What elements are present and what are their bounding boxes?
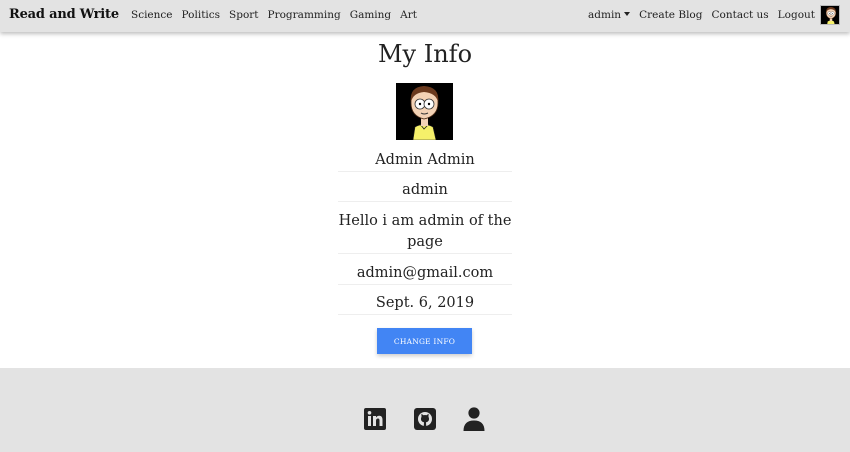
user-menu-label: admin	[588, 9, 622, 21]
category-nav: Science Politics Sport Programming Gamin…	[131, 9, 417, 21]
nav-science[interactable]: Science	[131, 9, 173, 21]
change-info-button[interactable]: CHANGE INFO	[377, 328, 472, 354]
nav-programming[interactable]: Programming	[268, 9, 341, 21]
username: admin	[338, 180, 512, 202]
github-icon[interactable]	[413, 406, 437, 432]
nav-politics[interactable]: Politics	[182, 9, 221, 21]
brand-logo[interactable]: Read and Write	[9, 7, 119, 22]
morty-avatar-icon	[396, 83, 453, 140]
caret-down-icon	[624, 12, 631, 16]
user-menu-dropdown[interactable]: admin	[588, 9, 631, 21]
nav-create-blog[interactable]: Create Blog	[639, 9, 702, 21]
nav-gaming[interactable]: Gaming	[350, 9, 391, 21]
navbar: Read and Write Science Politics Sport Pr…	[0, 0, 850, 32]
user-icon[interactable]	[462, 406, 486, 432]
nav-avatar[interactable]	[820, 5, 840, 25]
page-title: My Info	[377, 40, 473, 68]
morty-avatar-icon	[821, 6, 839, 24]
join-date: Sept. 6, 2019	[338, 293, 512, 315]
nav-sport[interactable]: Sport	[229, 9, 258, 21]
email: admin@gmail.com	[338, 263, 512, 285]
profile-avatar	[396, 83, 453, 140]
bio: Hello i am admin of the page	[338, 211, 512, 254]
linkedin-icon[interactable]	[363, 406, 387, 432]
nav-contact-us[interactable]: Contact us	[711, 9, 768, 21]
nav-art[interactable]: Art	[400, 9, 417, 21]
nav-logout[interactable]: Logout	[778, 9, 815, 21]
full-name: Admin Admin	[338, 150, 512, 172]
user-nav: admin Create Blog Contact us Logout	[588, 9, 815, 21]
